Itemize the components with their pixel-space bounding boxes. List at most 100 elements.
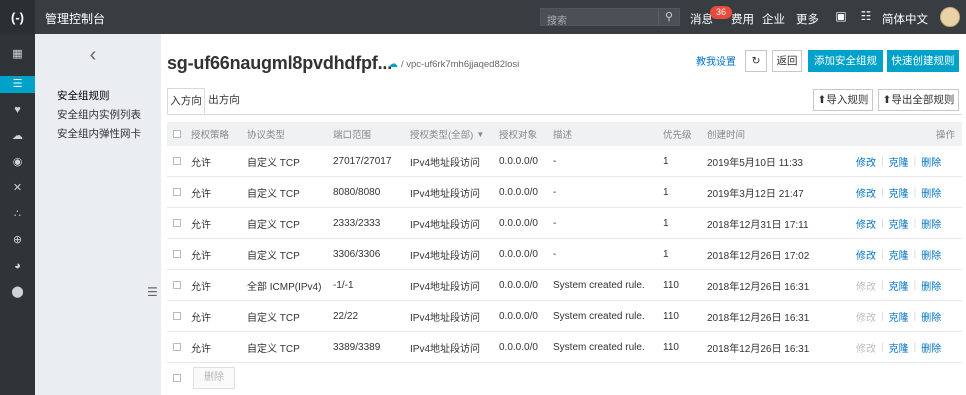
action-separator: | xyxy=(913,341,917,353)
cell-priority: 110 xyxy=(663,310,679,322)
console-title[interactable]: 管理控制台 xyxy=(45,10,105,27)
edit-rule-link[interactable]: 修改 xyxy=(856,185,876,200)
cell-protocol: 自定义 TCP xyxy=(247,219,300,231)
cell-time: 2019年5月10日 11:33 xyxy=(707,157,803,169)
subnav-item-enis[interactable]: 安全组内弹性网卡 xyxy=(57,126,141,141)
checkbox[interactable] xyxy=(173,250,181,258)
export-rules-label: 导出全部规则 xyxy=(891,94,955,106)
monitor-icon[interactable]: ◕ xyxy=(9,258,26,275)
back-arrow-icon[interactable]: ‹ xyxy=(83,44,103,68)
col-auth-type[interactable]: 授权类型(全部) ▼ xyxy=(410,122,484,146)
delete-rule-link[interactable]: 删除 xyxy=(921,154,941,169)
clone-rule-link[interactable]: 克隆 xyxy=(889,247,909,262)
cell-protocol: 自定义 TCP xyxy=(247,312,300,324)
refresh-button[interactable]: ↻ xyxy=(745,50,767,72)
logo[interactable]: (-) xyxy=(0,0,35,34)
clone-rule-link[interactable]: 克隆 xyxy=(889,340,909,355)
cloud-icon[interactable]: ☁ xyxy=(9,128,26,145)
cell-auth-type: IPv4地址段访问 xyxy=(410,343,481,355)
row-checkbox-cell[interactable] xyxy=(173,239,181,269)
delete-rule-link[interactable]: 删除 xyxy=(921,185,941,200)
clone-rule-link[interactable]: 克隆 xyxy=(889,185,909,200)
tab-inbound[interactable]: 入方向 xyxy=(167,88,205,114)
row-checkbox-cell[interactable] xyxy=(173,270,181,300)
filter-caret-icon: ▼ xyxy=(476,129,485,139)
bulk-delete-button[interactable]: 删除 xyxy=(193,367,235,389)
action-separator: | xyxy=(913,248,917,260)
edit-rule-link[interactable]: 修改 xyxy=(856,154,876,169)
cell-time: 2019年3月12日 21:47 xyxy=(707,188,804,200)
circle-icon[interactable]: ⬤ xyxy=(9,284,26,301)
cell-desc: - xyxy=(553,248,557,260)
search-input[interactable]: 搜索 ⚲ xyxy=(540,8,680,27)
tab-outbound[interactable]: 出方向 xyxy=(205,88,243,114)
collapse-menu-icon[interactable]: ☰ xyxy=(147,285,159,299)
nav-enterprise[interactable]: 企业 xyxy=(762,11,785,27)
delete-rule-link[interactable]: 删除 xyxy=(921,247,941,262)
network-icon[interactable]: ✕ xyxy=(9,180,26,197)
shield-icon[interactable]: ♥ xyxy=(9,102,26,119)
table-row: 允许 自定义 TCP 8080/8080 IPv4地址段访问 0.0.0.0/0 - 1 20… xyxy=(167,177,962,208)
cell-policy: 允许 xyxy=(191,343,211,355)
cell-time: 2018年12月26日 16:31 xyxy=(707,312,810,324)
clone-rule-link[interactable]: 克隆 xyxy=(889,216,909,231)
grid-icon[interactable]: ▦ xyxy=(9,46,26,63)
col-priority: 优先级 xyxy=(663,130,692,141)
subnav-item-rules[interactable]: 安全组规则 xyxy=(57,88,110,103)
vpc-id[interactable]: / vpc-uf6rk7mh6jjaqed82losi xyxy=(401,59,519,70)
row-checkbox-cell[interactable] xyxy=(173,332,181,362)
edit-rule-link[interactable]: 修改 xyxy=(856,278,876,293)
row-checkbox-cell[interactable] xyxy=(173,301,181,331)
list-icon[interactable]: ☰ xyxy=(0,76,35,93)
edit-rule-link[interactable]: 修改 xyxy=(856,340,876,355)
delete-rule-link[interactable]: 删除 xyxy=(921,340,941,355)
edit-rule-link[interactable]: 修改 xyxy=(856,309,876,324)
delete-rule-link[interactable]: 删除 xyxy=(921,216,941,231)
add-rule-button[interactable]: 添加安全组规则 xyxy=(808,50,883,87)
row-checkbox-cell[interactable] xyxy=(173,208,181,238)
vpc-link[interactable]: ☁ / vpc-uf6rk7mh6jjaqed82losi xyxy=(388,59,519,70)
nav-language[interactable]: 简体中文 xyxy=(882,11,928,27)
cluster-icon[interactable]: ∴ xyxy=(9,206,26,223)
checkbox[interactable] xyxy=(173,343,181,351)
row-actions: 修改 | 克隆 | 删除 xyxy=(856,146,941,176)
checkbox[interactable] xyxy=(173,281,181,289)
cell-auth-type: IPv4地址段访问 xyxy=(410,157,481,169)
cell-auth-type: IPv4地址段访问 xyxy=(410,250,481,262)
edit-rule-link[interactable]: 修改 xyxy=(856,216,876,231)
footer-select-checkbox[interactable] xyxy=(173,374,181,382)
delete-rule-link[interactable]: 删除 xyxy=(921,309,941,324)
checkbox[interactable] xyxy=(173,219,181,227)
checkbox[interactable] xyxy=(173,130,181,138)
row-checkbox-cell[interactable] xyxy=(173,177,181,207)
avatar[interactable] xyxy=(940,7,960,27)
cell-policy: 允许 xyxy=(191,250,211,262)
database-icon[interactable]: ◉ xyxy=(9,154,26,171)
delete-rule-link[interactable]: 删除 xyxy=(921,278,941,293)
cell-policy: 允许 xyxy=(191,157,211,169)
teach-link[interactable]: 教我设置 xyxy=(696,53,736,68)
cell-object: 0.0.0.0/0 xyxy=(499,310,538,322)
cart-icon[interactable]: ☷ xyxy=(859,9,873,23)
row-checkbox-cell[interactable] xyxy=(173,146,181,176)
clone-rule-link[interactable]: 克隆 xyxy=(889,309,909,324)
clone-rule-link[interactable]: 克隆 xyxy=(889,278,909,293)
checkbox[interactable] xyxy=(173,188,181,196)
nav-billing[interactable]: 费用 xyxy=(731,11,754,27)
clone-rule-link[interactable]: 克隆 xyxy=(889,154,909,169)
globe-icon[interactable]: ⊕ xyxy=(9,232,26,249)
search-icon[interactable]: ⚲ xyxy=(658,9,679,25)
quick-create-rule-button[interactable]: 快速创建规则 xyxy=(887,50,959,72)
row-actions: 修改 | 克隆 | 删除 xyxy=(856,332,941,362)
export-rules-button[interactable]: ⬆导出全部规则 xyxy=(878,89,959,111)
terminal-icon[interactable]: ▣ xyxy=(834,9,848,23)
nav-more[interactable]: 更多 xyxy=(796,11,819,27)
checkbox[interactable] xyxy=(173,312,181,320)
back-button[interactable]: 返回 xyxy=(772,50,802,72)
subnav-item-instances[interactable]: 安全组内实例列表 xyxy=(57,107,141,122)
checkbox[interactable] xyxy=(173,157,181,165)
import-rules-button[interactable]: ⬆导入规则 xyxy=(813,89,873,111)
select-all-checkbox[interactable] xyxy=(173,122,181,146)
edit-rule-link[interactable]: 修改 xyxy=(856,247,876,262)
cell-protocol: 自定义 TCP xyxy=(247,343,300,355)
